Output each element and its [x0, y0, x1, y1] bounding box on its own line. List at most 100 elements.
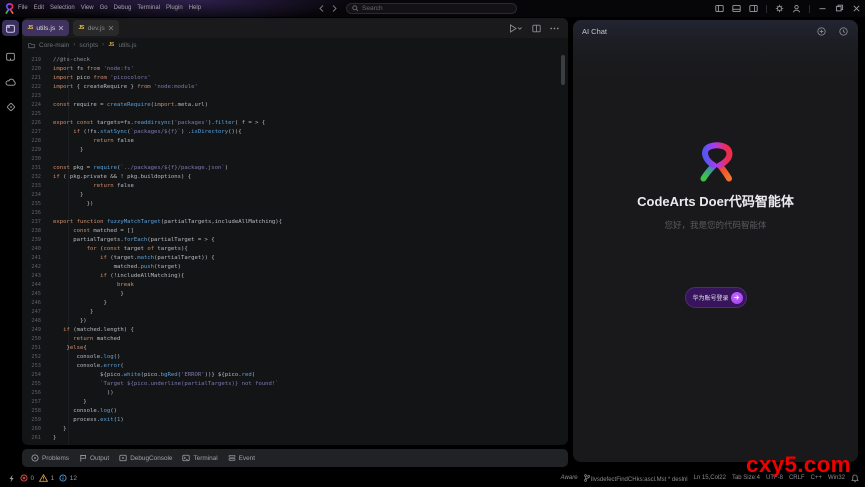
explorer-icon	[5, 23, 16, 34]
code-line[interactable]: 247 }	[22, 307, 568, 316]
layout-sidebar-left-icon[interactable]	[715, 4, 724, 13]
code-line[interactable]: 254 ${pico.white(pico.bgRed('ERROR'))} $…	[22, 370, 568, 379]
code-line[interactable]: 232if ( pkg.private && ! pkg.buildoption…	[22, 172, 568, 181]
code-line[interactable]: 223	[22, 91, 568, 100]
split-editor-icon[interactable]	[532, 24, 541, 33]
code-line[interactable]: 234 }	[22, 190, 568, 199]
code-line[interactable]: 228 return false	[22, 136, 568, 145]
editor-tab-dev.js[interactable]: JSdev.js	[73, 20, 119, 36]
code-line[interactable]: 233 return false	[22, 181, 568, 190]
code-line[interactable]: 229 }	[22, 145, 568, 154]
code-line[interactable]: 241 if (target.match(partialTarget)) {	[22, 253, 568, 262]
tab-close-icon[interactable]	[108, 25, 114, 31]
huawei-login-button[interactable]: 华为账号登录	[684, 287, 746, 308]
status-item[interactable]: Aware	[561, 475, 578, 481]
panel-tab-event[interactable]: Event	[228, 454, 255, 462]
minimize-icon[interactable]	[818, 4, 827, 13]
code-line[interactable]: 251 }else{	[22, 343, 568, 352]
bell-icon[interactable]	[851, 474, 859, 483]
search-input[interactable]: Search	[346, 3, 517, 14]
menu-view[interactable]: View	[78, 0, 97, 17]
code-line[interactable]: 246 }	[22, 298, 568, 307]
new-chat-icon[interactable]	[817, 27, 826, 36]
code-line[interactable]: 235 })	[22, 199, 568, 208]
editor-tab-utils.js[interactable]: JSutils.js	[22, 20, 69, 36]
code-line[interactable]: 256 ))	[22, 388, 568, 397]
nav-back-icon[interactable]	[318, 4, 325, 13]
menu-edit[interactable]: Edit	[31, 0, 47, 17]
breadcrumb-item[interactable]: utils.js	[118, 42, 136, 49]
problems-errors[interactable]: 0	[20, 474, 34, 482]
code-line[interactable]: 258 console.log()	[22, 406, 568, 415]
code-line[interactable]: 236	[22, 208, 568, 217]
code-line[interactable]: 230	[22, 154, 568, 163]
menu-plugin[interactable]: Plugin	[163, 0, 186, 17]
panel-tab-debugconsole[interactable]: DebugConsole	[119, 454, 172, 462]
activity-remote[interactable]	[2, 74, 19, 90]
code-line[interactable]: 222import { createRequire } from 'node:m…	[22, 82, 568, 91]
activity-extensions[interactable]	[2, 99, 19, 115]
activity-search[interactable]	[2, 48, 19, 64]
menu-selection[interactable]: Selection	[47, 0, 78, 17]
code-line[interactable]: 252 console.log()	[22, 352, 568, 361]
remote-bolt-icon[interactable]	[8, 474, 15, 483]
menu-file[interactable]: File	[15, 0, 31, 17]
account-icon[interactable]	[792, 4, 801, 13]
panel-tab-terminal[interactable]: Terminal	[182, 454, 217, 462]
code-line[interactable]: 260 }	[22, 424, 568, 433]
problems-infos[interactable]: 12	[59, 474, 77, 482]
run-code-icon[interactable]	[509, 24, 523, 33]
panel-tab-problems[interactable]: Problems	[31, 454, 69, 462]
code-line[interactable]: 245 }	[22, 289, 568, 298]
menu-terminal[interactable]: Terminal	[134, 0, 163, 17]
code-line[interactable]: 257 }	[22, 397, 568, 406]
history-icon[interactable]	[839, 27, 848, 36]
layout-panel-icon[interactable]	[732, 4, 741, 13]
code-line[interactable]: 261}	[22, 433, 568, 442]
code-line[interactable]: 226export const targets=fs.readdirsync('…	[22, 118, 568, 127]
problems-warnings[interactable]: 1	[39, 474, 54, 482]
editor-scrollbar[interactable]	[561, 55, 565, 85]
restore-icon[interactable]	[835, 4, 844, 13]
code-line[interactable]: 253 console.error(	[22, 361, 568, 370]
settings-gear-icon[interactable]	[775, 4, 784, 13]
code-line[interactable]: 220import fs from 'node:fs'	[22, 64, 568, 73]
code-line[interactable]: 219//@ts-check	[22, 55, 568, 64]
code-line[interactable]: 231const pkg = require(`../packages/${f}…	[22, 163, 568, 172]
status-item[interactable]: IIvsdefectFindCHks:ascl.Mst * deslnl	[584, 474, 688, 483]
code-line[interactable]: 248 })	[22, 316, 568, 325]
titlebar-separator	[809, 5, 810, 13]
code-line[interactable]: 225	[22, 109, 568, 118]
code-line[interactable]: 227 if (!fs.statSync(`packages/${f}`) .i…	[22, 127, 568, 136]
code-line[interactable]: 239 partialTargets.forEach(partialTarget…	[22, 235, 568, 244]
close-icon[interactable]	[852, 4, 861, 13]
code-line[interactable]: 249 if (matched.length) {	[22, 325, 568, 334]
tab-close-icon[interactable]	[58, 25, 64, 31]
code-area[interactable]: 219//@ts-check220import fs from 'node:fs…	[22, 55, 568, 442]
activity-explorer[interactable]	[2, 20, 19, 36]
more-actions-icon[interactable]	[550, 27, 559, 30]
code-line[interactable]: 242 matched.push(target)	[22, 262, 568, 271]
code-line[interactable]: 250 return matched	[22, 334, 568, 343]
code-line[interactable]: 240 for (const target of targets){	[22, 244, 568, 253]
code-line[interactable]: 244 break	[22, 280, 568, 289]
code-line[interactable]: 237export function fuzzyMatchTarget(part…	[22, 217, 568, 226]
breadcrumb[interactable]: Core-main›scripts›JSutils.js	[22, 38, 568, 52]
code-line[interactable]: 243 if (!includeAllMatching){	[22, 271, 568, 280]
nav-forward-icon[interactable]	[331, 4, 338, 13]
menu-go[interactable]: Go	[97, 0, 111, 17]
layout-sidebar-right-icon[interactable]	[749, 4, 758, 13]
breadcrumb-item[interactable]: Core-main	[39, 42, 69, 49]
menu-help[interactable]: Help	[186, 0, 204, 17]
code-line[interactable]: 255 `Target ${pico.underline(partialTarg…	[22, 379, 568, 388]
code-line[interactable]: 224const require = createRequire(import.…	[22, 100, 568, 109]
js-file-icon: JS	[79, 25, 84, 30]
status-item[interactable]: Ln 15,Col22	[694, 475, 726, 481]
code-line[interactable]: 221import pico from 'picocolors'	[22, 73, 568, 82]
panel-tab-output[interactable]: Output	[79, 454, 109, 462]
breadcrumb-item[interactable]: scripts	[79, 42, 98, 49]
menu-debug[interactable]: Debug	[111, 0, 135, 17]
code-line[interactable]: 259 process.exit(1)	[22, 415, 568, 424]
code-line[interactable]: 238 const matched = []	[22, 226, 568, 235]
diamond-icon	[5, 101, 17, 113]
